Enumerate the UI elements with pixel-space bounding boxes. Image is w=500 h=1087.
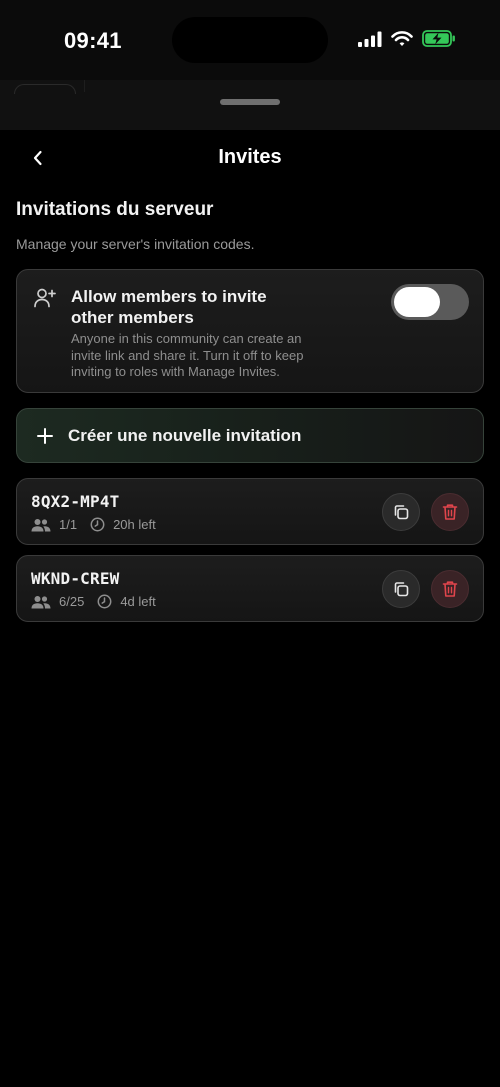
invite-row: 8QX2-MP4T 1/1 20h left xyxy=(16,478,484,545)
invite-code: 8QX2-MP4T xyxy=(31,492,120,511)
people-icon xyxy=(31,595,51,608)
nav-bar: Invites xyxy=(0,130,500,186)
toggle-knob xyxy=(394,287,440,317)
create-invite-button[interactable]: Créer une nouvelle invitation xyxy=(16,408,484,463)
allow-members-title-line-1: Allow members to invite xyxy=(71,287,267,306)
allow-members-card: Allow members to invite other members An… xyxy=(16,269,484,393)
clock-icon xyxy=(90,517,105,532)
underlying-divider xyxy=(84,80,85,92)
screen: 09:41 Invites Invitations du serveur Man… xyxy=(0,0,500,1087)
people-icon xyxy=(31,518,51,531)
invite-code: WKND-CREW xyxy=(31,569,120,588)
underlying-screen xyxy=(0,80,500,130)
copy-invite-button[interactable] xyxy=(382,493,420,531)
copy-icon xyxy=(394,505,409,520)
allow-members-description-line-3: inviting to roles with Manage Invites. xyxy=(71,364,280,379)
invite-expires: 20h left xyxy=(113,517,156,532)
invite-meta: 1/1 20h left xyxy=(31,517,156,532)
dynamic-island xyxy=(172,17,328,63)
status-icons xyxy=(358,30,456,47)
copy-icon xyxy=(394,582,409,597)
delete-invite-button[interactable] xyxy=(431,570,469,608)
invite-uses: 6/25 xyxy=(59,594,85,609)
trash-icon xyxy=(442,504,458,520)
invite-row: WKND-CREW 6/25 4d left xyxy=(16,555,484,622)
allow-members-title: Allow members to invite other members xyxy=(71,286,311,328)
status-bar: 09:41 xyxy=(0,0,500,80)
status-time: 09:41 xyxy=(64,28,122,53)
allow-members-title-line-2: other members xyxy=(71,308,194,327)
allow-members-description: Anyone in this community can create an i… xyxy=(71,331,371,381)
invite-uses: 1/1 xyxy=(59,517,78,532)
invite-meta: 6/25 4d left xyxy=(31,594,156,609)
plus-icon xyxy=(35,426,55,451)
allow-members-description-line-1: Anyone in this community can create an xyxy=(71,331,302,346)
allow-members-toggle[interactable] xyxy=(391,284,469,320)
section-title: Invitations du serveur xyxy=(16,199,214,220)
invite-expires: 4d left xyxy=(120,594,156,609)
clock-icon xyxy=(97,594,112,609)
trash-icon xyxy=(442,581,458,597)
section-subtitle: Manage your server's invitation codes. xyxy=(16,236,255,252)
user-plus-icon xyxy=(33,286,57,315)
cellular-signal-icon xyxy=(358,31,382,47)
underlying-element xyxy=(14,84,76,94)
create-invite-label: Créer une nouvelle invitation xyxy=(68,426,302,445)
wifi-icon xyxy=(391,30,413,46)
battery-charging-icon xyxy=(422,30,455,47)
page-title: Invites xyxy=(218,146,282,168)
invites-sheet: Invites Invitations du serveur Manage yo… xyxy=(0,130,500,1087)
copy-invite-button[interactable] xyxy=(382,570,420,608)
allow-members-description-line-2: invite link and share it. Turn it off to… xyxy=(71,347,304,363)
sheet-grabber[interactable] xyxy=(220,99,280,105)
delete-invite-button[interactable] xyxy=(431,493,469,531)
